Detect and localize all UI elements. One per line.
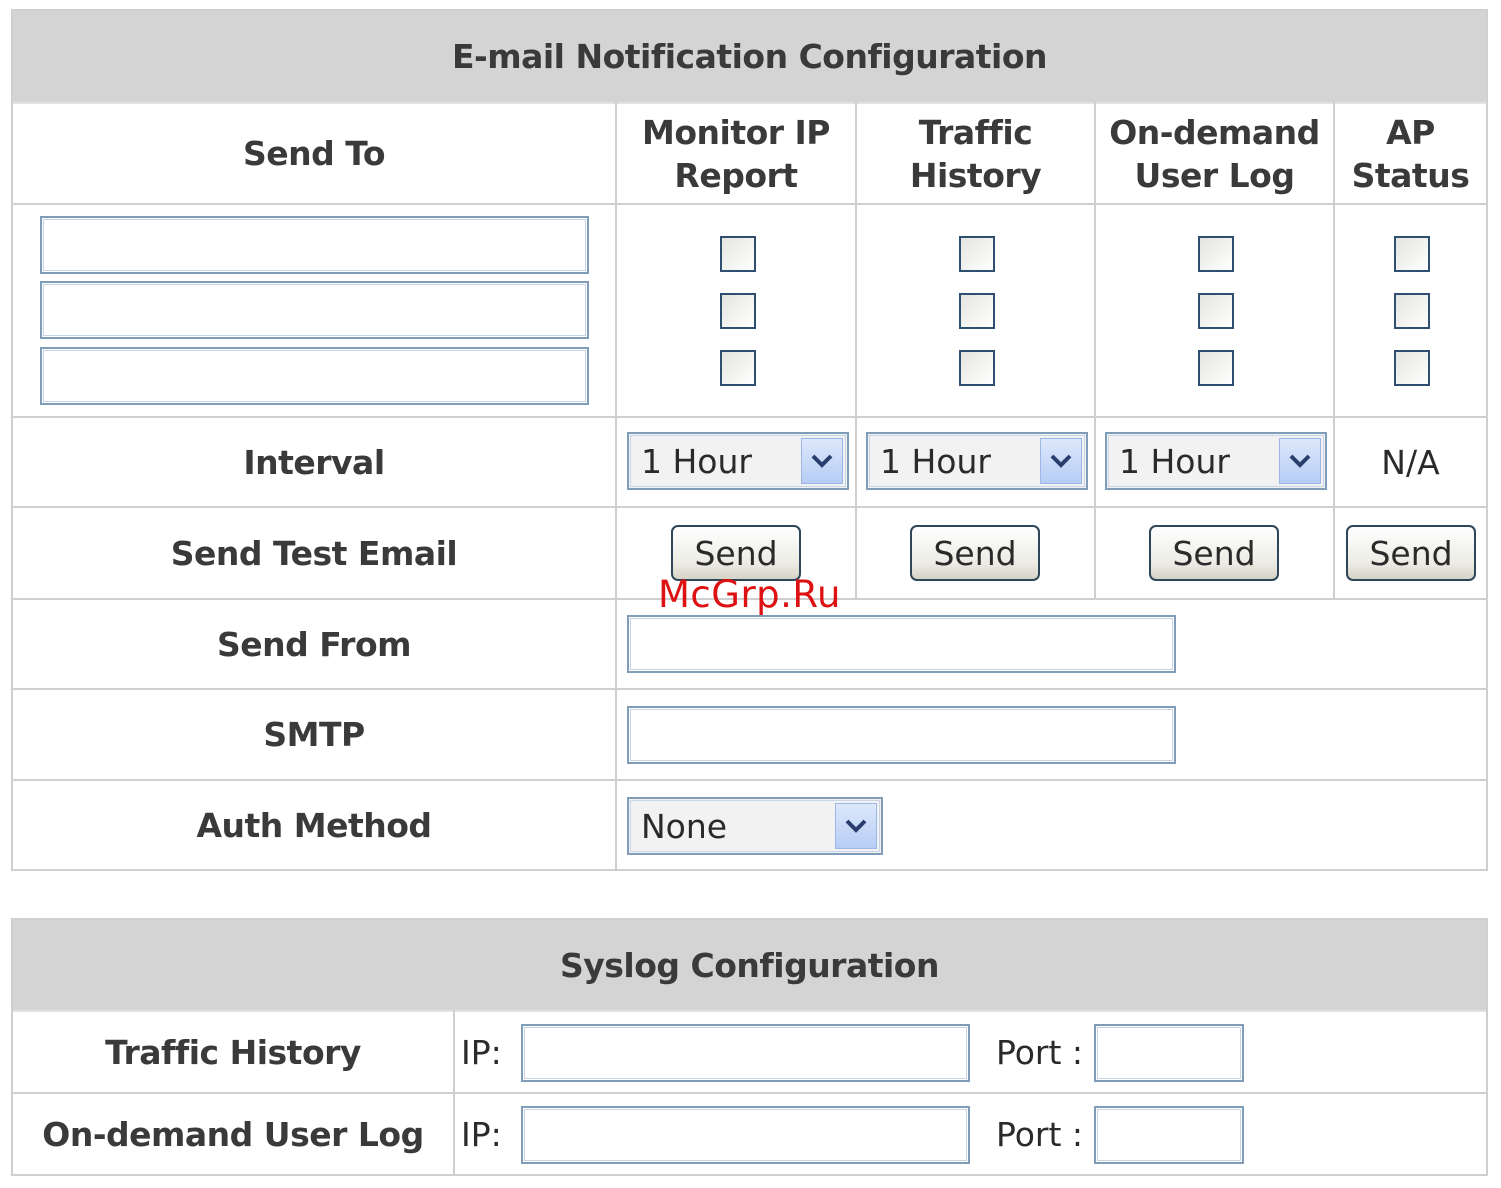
syslog-traffic-history-label: Traffic History: [105, 1032, 361, 1072]
send-from-field[interactable]: [627, 615, 1176, 673]
smtp-label: SMTP: [263, 715, 365, 754]
select-value: 1 Hour: [1119, 441, 1230, 481]
column-header-line: Monitor IP: [642, 112, 831, 152]
interval-label: Interval: [243, 442, 385, 482]
port-label: Port :: [996, 1114, 1084, 1154]
grid-line: [453, 1010, 455, 1174]
column-header-line: AP: [1386, 112, 1435, 152]
on-demand-user-log-checkbox-1[interactable]: [1198, 236, 1234, 272]
column-header-line: On-demand: [1109, 112, 1320, 152]
chevron-down-icon[interactable]: [1279, 438, 1321, 484]
chevron-down-icon[interactable]: [801, 438, 843, 484]
monitor-ip-report-checkbox-1[interactable]: [720, 236, 756, 272]
column-header-traffic-history: Traffic History: [857, 104, 1094, 203]
column-header-monitor-ip-report: Monitor IP Report: [617, 104, 855, 203]
send-to-email-field-2[interactable]: [40, 281, 589, 339]
syslog-on-demand-user-log-label: On-demand User Log: [42, 1114, 424, 1154]
on-demand-user-log-checkbox-2[interactable]: [1198, 293, 1234, 329]
monitor-ip-report-checkbox-2[interactable]: [720, 293, 756, 329]
send-from-label: Send From: [216, 624, 412, 664]
send-test-email-label: Send Test Email: [170, 533, 458, 573]
chevron-down-icon[interactable]: [835, 803, 877, 849]
ip-label: IP:: [461, 1032, 502, 1072]
traffic-history-interval-select[interactable]: 1 Hour: [866, 432, 1088, 490]
select-value: None: [641, 806, 728, 846]
ap-status-send-button[interactable]: Send: [1346, 525, 1476, 581]
column-header-line: Traffic: [918, 112, 1033, 152]
column-header-on-demand-user-log: On-demand User Log: [1096, 104, 1333, 203]
email-notification-panel: E-mail Notification Configuration Send T…: [11, 9, 1488, 871]
column-header-ap-status: AP Status: [1335, 104, 1486, 203]
column-header-line: Report: [674, 155, 798, 195]
ap-status-checkbox-3[interactable]: [1394, 350, 1430, 386]
ap-status-interval-na: N/A: [1381, 442, 1440, 482]
port-label: Port :: [996, 1032, 1084, 1072]
ap-status-checkbox-2[interactable]: [1394, 293, 1430, 329]
email-panel-title: E-mail Notification Configuration: [13, 11, 1486, 102]
monitor-ip-report-checkbox-3[interactable]: [720, 350, 756, 386]
traffic-history-checkbox-2[interactable]: [959, 293, 995, 329]
auth-method-label: Auth Method: [196, 805, 432, 845]
on-demand-user-log-checkbox-3[interactable]: [1198, 350, 1234, 386]
monitor-ip-report-interval-select[interactable]: 1 Hour: [627, 432, 849, 490]
traffic-history-send-button[interactable]: Send: [910, 525, 1040, 581]
on-demand-user-log-send-button[interactable]: Send: [1149, 525, 1279, 581]
send-to-header: Send To: [242, 134, 386, 173]
traffic-history-checkbox-1[interactable]: [959, 236, 995, 272]
grid-line: [615, 102, 617, 869]
select-value: 1 Hour: [880, 441, 991, 481]
watermark: McGrp.Ru: [658, 573, 841, 616]
syslog-panel: Syslog Configuration Traffic History IP:…: [11, 918, 1488, 1176]
ip-label: IP:: [461, 1114, 502, 1154]
chevron-down-icon[interactable]: [1040, 438, 1082, 484]
select-value: 1 Hour: [641, 441, 752, 481]
column-header-line: History: [909, 155, 1042, 195]
syslog-panel-title: Syslog Configuration: [13, 920, 1486, 1010]
column-header-line: Status: [1351, 155, 1470, 195]
traffic-history-checkbox-3[interactable]: [959, 350, 995, 386]
syslog-traffic-history-ip-field[interactable]: [521, 1024, 970, 1082]
syslog-on-demand-user-log-port-field[interactable]: [1094, 1106, 1244, 1164]
column-header-line: User Log: [1134, 155, 1295, 195]
syslog-traffic-history-port-field[interactable]: [1094, 1024, 1244, 1082]
syslog-on-demand-user-log-ip-field[interactable]: [521, 1106, 970, 1164]
on-demand-user-log-interval-select[interactable]: 1 Hour: [1105, 432, 1327, 490]
send-to-email-field-3[interactable]: [40, 347, 589, 405]
smtp-field[interactable]: [627, 706, 1176, 764]
grid-line: [13, 203, 1486, 205]
auth-method-select[interactable]: None: [627, 797, 883, 855]
ap-status-checkbox-1[interactable]: [1394, 236, 1430, 272]
send-to-email-field-1[interactable]: [40, 216, 589, 274]
